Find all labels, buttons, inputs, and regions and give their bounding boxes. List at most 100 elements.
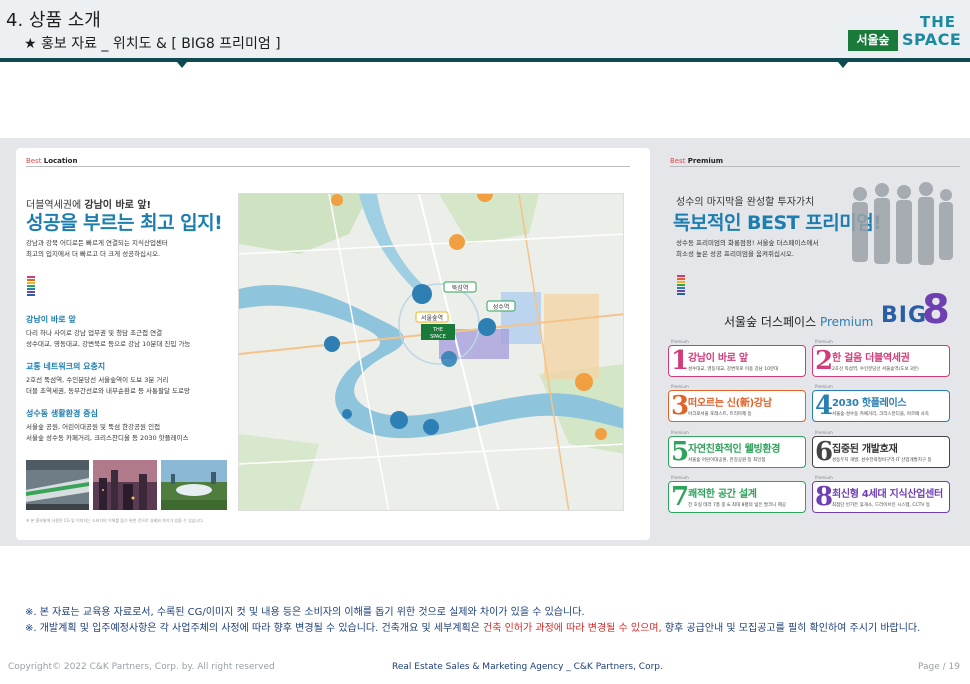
feature-desc-2: 2호선 뚝섬역, 수인분당선 서울숲역이 도보 3분 거리 더블 초역세권, 동…	[26, 375, 236, 397]
premium-card-7: Premium 7 쾌적한 공간 설계 전 호실 테라 7층 중 & 최대 8평…	[668, 475, 806, 513]
premium-card-2: Premium 2 한 걸음 더블역세권 2호선 뚝섬역, 수인분당선 서울숲역…	[812, 339, 950, 377]
premium-label-text: Premium	[687, 157, 724, 165]
card-number: 3	[671, 391, 690, 421]
big8-word: BIG	[881, 303, 928, 328]
premium-card-5: Premium 5 자연친화적인 웰빙환경 서울숲 어린이대공원, 한강공원 등…	[668, 430, 806, 468]
card-desc: 성수대교, 영동대교, 강변북로 이용 강남 10분대	[688, 367, 779, 372]
feature-desc-2-line1: 2호선 뚝섬역, 수인분당선 서울숲역이 도보 3분 거리	[26, 376, 169, 384]
card-title: 2030 핫플레이스	[832, 398, 907, 409]
page-subtitle: ★ 홍보 자료 _ 위치도 & [ BIG8 프리미엄 ]	[24, 36, 281, 52]
card-title: 한 걸음 더블역세권	[832, 353, 910, 364]
premium-desc-line2: 희소성 높은 성공 프리미엄을 움켜쥐십시오.	[676, 250, 794, 258]
card-number: 6	[815, 437, 834, 467]
feature-desc-2-line2: 더블 초역세권, 동부간선로와 내부순환로 등 사통팔달 도로망	[26, 387, 190, 395]
color-stripes	[27, 276, 35, 297]
premium-card-6: Premium 6 집중된 개발호재 성동두지 개발, 성수전략정비구역·IT …	[812, 430, 950, 468]
card-desc: 최첨단 빈가든 휴게소, 드라이브인 시스템, CCTV 등	[832, 503, 931, 508]
card-tag: Premium	[671, 339, 689, 344]
lead-desc-line1: 강남과 강북 어디로든 빠르게 연결되는 지식산업센터	[26, 239, 168, 247]
premium-lead-small: 성수의 마지막을 완성할 투자가치	[676, 197, 815, 208]
page-title: 4. 상품 소개	[6, 10, 101, 31]
feature-desc-3-line1: 서울숲 공원, 어린이대공원 및 뚝섬 한강공원 인접	[26, 423, 161, 431]
city-night-photo	[93, 460, 157, 510]
card-title: 집중된 개발호재	[832, 444, 898, 455]
card-desc: 성동두지 개발, 성수전략정비구역·IT 산업개발지구 등	[832, 458, 932, 463]
card-desc: 아크로서울 포레스트, 트리마제 등	[688, 412, 752, 417]
map-label-ttukseom: 뚝섬역	[452, 284, 469, 292]
premium-desc-line1: 성수동 프리미엄의 화룡점정! 서울숲 더스페이스에서	[676, 239, 819, 247]
divider-notch-left	[177, 62, 187, 68]
premium-card-1: Premium 1 강남이 바로 앞 성수대교, 영동대교, 강변북로 이용 강…	[668, 339, 806, 377]
logo-the: THE	[920, 13, 957, 31]
business-people-image	[852, 182, 953, 265]
map-label-seongsu: 성수역	[493, 303, 510, 311]
premium-card-3: Premium 3 떠오르는 신(新)강남 아크로서울 포레스트, 트리마제 등	[668, 384, 806, 422]
card-tag: Premium	[671, 430, 689, 435]
card-title: 강남이 바로 앞	[688, 353, 748, 364]
premium-rule	[670, 166, 960, 167]
feature-desc-3-line2: 서울숲 성수동 카페거리, 크리스찬디올 등 2030 핫플레이스	[26, 434, 189, 442]
feature-desc-1: 다리 하나 사이로 강남 업무권 및 청담 초근접 연결 성수대교, 영동대교,…	[26, 328, 236, 350]
big8-heading-brand: 서울숲 더스페이스	[724, 315, 817, 329]
card-number: 7	[671, 482, 690, 512]
location-label-text: Location	[43, 157, 78, 165]
divider-notch-right	[838, 62, 848, 68]
card-tag: Premium	[815, 475, 833, 480]
note-line-2b: 향후 공급안내 및 모집공고를 필히 확인하여 주시기 바랍니다.	[661, 623, 921, 634]
card-tag: Premium	[815, 339, 833, 344]
map-badge-the: THE	[432, 327, 443, 333]
header-divider	[0, 58, 970, 62]
card-desc: 서울숲·성수동 카페거리, 크리스찬디올, 아르떼 사옥	[832, 412, 929, 417]
card-desc: 전 호실 테라 7층 중 & 최대 8평의 넓은 발코니 제공	[688, 503, 787, 508]
note-line-1: ※. 본 자료는 교육용 자료로서, 수록된 CG/이미지 컷 및 내용 등은 …	[25, 607, 585, 618]
subway-photo	[26, 460, 89, 510]
lead-desc-line2: 최고의 입지에서 더 빠르고 더 크게 성공하십시오.	[26, 250, 161, 258]
premium-color-stripes	[677, 275, 685, 296]
feature-desc-1-line2: 성수대교, 영동대교, 강변북로 등으로 강남 10분대 진입 가능	[26, 340, 191, 348]
location-map: 뚝섬역 서울숲역 성수역 THE SPACE	[238, 193, 624, 511]
feature-title-2: 교통 네트워크의 요충지	[26, 362, 106, 371]
feature-desc-1-line1: 다리 하나 사이로 강남 업무권 및 청담 초근접 연결	[26, 329, 163, 337]
card-tag: Premium	[671, 475, 689, 480]
logo-space: SPACE	[902, 30, 962, 49]
location-headline: 성공을 부르는 최고 입지!	[26, 212, 223, 234]
page-number: Page / 19	[918, 662, 960, 672]
feature-desc-3: 서울숲 공원, 어린이대공원 및 뚝섬 한강공원 인접 서울숲 성수동 카페거리…	[26, 422, 236, 444]
feature-title-1: 강남이 바로 앞	[26, 315, 76, 324]
premium-lead-desc: 성수동 프리미엄의 화룡점정! 서울숲 더스페이스에서 희소성 높은 성공 프리…	[676, 238, 856, 260]
big8-heading: 서울숲 더스페이스 Premium	[724, 313, 873, 330]
card-title: 최신형 4세대 지식산업센터	[832, 489, 943, 500]
card-number: 8	[815, 482, 834, 512]
the-space-logo: 서울숲 THE SPACE	[848, 13, 962, 53]
premium-card-4: Premium 4 2030 핫플레이스 서울숲·성수동 카페거리, 크리스찬디…	[812, 384, 950, 422]
card-desc: 2호선 뚝섬역, 수인분당선 서울숲역(도보 3분)	[832, 367, 919, 372]
premium-label-prefix: Best	[670, 157, 686, 165]
footer-copyright: Copyright© 2022 C&K Partners, Corp. by. …	[8, 662, 275, 672]
big8-number: 8	[922, 287, 950, 333]
card-tag: Premium	[815, 430, 833, 435]
card-number: 1	[671, 346, 690, 376]
card-number: 5	[671, 437, 690, 467]
logo-brand-box: 서울숲	[848, 30, 898, 51]
card-tag: Premium	[671, 384, 689, 389]
card-title: 떠오르는 신(新)강남	[688, 398, 772, 409]
disclaimer-notes: ※. 본 자료는 교육용 자료로서, 수록된 CG/이미지 컷 및 내용 등은 …	[25, 605, 920, 637]
feature-title-3: 성수동 생활환경 중심	[26, 409, 98, 418]
card-number: 2	[815, 346, 834, 376]
forest-park-photo	[161, 460, 227, 510]
premium-card-8: Premium 8 최신형 4세대 지식산업센터 최첨단 빈가든 휴게소, 드라…	[812, 475, 950, 513]
card-number: 4	[815, 391, 834, 421]
card-desc: 서울숲 어린이대공원, 한강공원 등 최인접	[688, 458, 766, 463]
note-line-2-red: 건축 인허가 과정에 따라 변경될 수 있으며,	[483, 623, 662, 634]
location-lead-desc: 강남과 강북 어디로든 빠르게 연결되는 지식산업센터 최고의 입지에서 더 빠…	[26, 238, 236, 260]
premium-section-label: Best Premium	[670, 157, 723, 165]
card-tag: Premium	[815, 384, 833, 389]
map-badge-space: SPACE	[430, 334, 446, 340]
map-label-seoulforest-stn: 서울숲역	[421, 314, 443, 322]
slide-page: 4. 상품 소개 ★ 홍보 자료 _ 위치도 & [ BIG8 프리미엄 ] 서…	[0, 0, 970, 684]
big8-heading-premium: Premium	[819, 315, 874, 329]
location-label-prefix: Best	[26, 157, 42, 165]
location-rule	[26, 166, 630, 167]
note-line-2a: ※. 개발계획 및 입주예정사항은 각 사업주체의 사정에 따라 향후 변경될 …	[25, 623, 484, 634]
map-graphic: 뚝섬역 서울숲역 성수역 THE SPACE	[239, 194, 623, 510]
